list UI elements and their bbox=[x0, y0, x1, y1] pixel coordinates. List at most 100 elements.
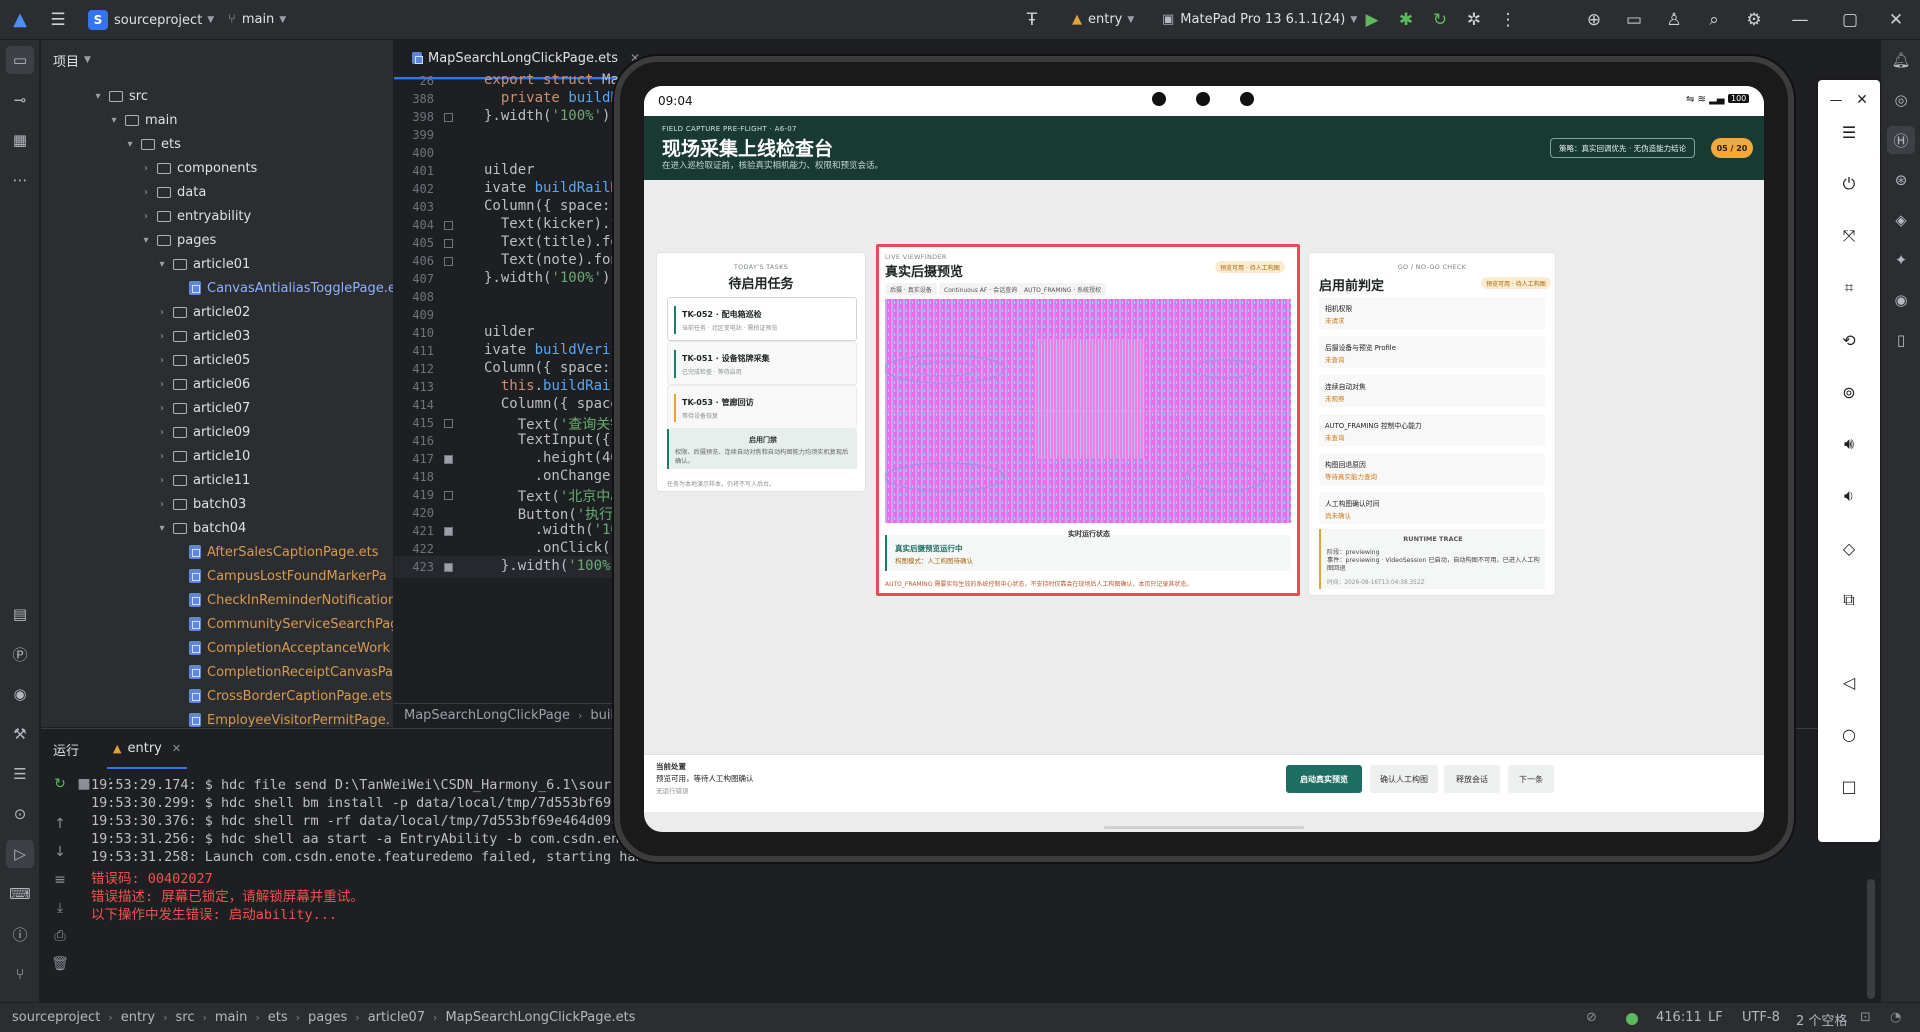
code-line[interactable]: export struct Map bbox=[484, 72, 627, 88]
readonly-icon[interactable]: ⊘ bbox=[1586, 1010, 1597, 1025]
code-line[interactable]: }.width('100%' bbox=[484, 558, 619, 574]
status-ok-icon[interactable] bbox=[1626, 1013, 1638, 1025]
chevron-down-icon[interactable]: ▾ bbox=[91, 91, 105, 102]
gutter-marker-icon[interactable] bbox=[444, 419, 453, 428]
breadcrumb-struct[interactable]: MapSearchLongClickPage bbox=[404, 708, 570, 723]
tree-folder-item[interactable]: › article05 bbox=[155, 348, 250, 372]
hammer-icon[interactable]: ⚒ bbox=[6, 720, 34, 748]
code-line[interactable]: Column({ space bbox=[484, 396, 619, 412]
volume-down-icon[interactable]: 🔉︎ bbox=[1835, 482, 1863, 510]
git-icon[interactable]: ⑂ bbox=[6, 960, 34, 988]
tree-folder-item[interactable]: › entryability bbox=[139, 204, 251, 228]
erase-icon[interactable]: ◇ bbox=[1835, 534, 1863, 562]
print-icon[interactable]: ⎙ bbox=[47, 923, 73, 949]
maximize-icon[interactable]: ▢ bbox=[1836, 6, 1864, 34]
code-line[interactable]: this.buildRail bbox=[484, 378, 619, 394]
multi-window-icon[interactable]: ⧉ bbox=[1835, 586, 1863, 614]
code-line[interactable]: Column({ space: bbox=[484, 198, 610, 214]
code-line[interactable]: .height(40 bbox=[484, 450, 619, 466]
project-selector[interactable]: S sourceproject ▼ bbox=[88, 10, 214, 30]
code-line[interactable]: }.width('100%').i bbox=[484, 108, 627, 124]
debug-icon[interactable]: ✱ bbox=[1392, 6, 1420, 34]
code-line[interactable]: Text(title).fo bbox=[484, 234, 619, 250]
services-icon[interactable]: ⊙ bbox=[6, 800, 34, 828]
status-breadcrumb-item[interactable]: pages bbox=[308, 1010, 347, 1025]
chevron-down-icon[interactable]: ▾ bbox=[139, 235, 153, 246]
terminal-icon[interactable]: ⌨ bbox=[6, 880, 34, 908]
chevron-down-icon[interactable]: ▾ bbox=[123, 139, 137, 150]
code-line[interactable]: Text('北京中心 bbox=[484, 486, 625, 506]
chevron-right-icon[interactable]: › bbox=[155, 475, 169, 486]
status-breadcrumb-item[interactable]: src bbox=[175, 1010, 194, 1025]
run-panel-icon[interactable]: ▷ bbox=[6, 840, 34, 868]
tree-file-item[interactable]: CrossBorderCaptionPage.ets bbox=[171, 684, 392, 708]
tree-file-item[interactable]: CompletionAcceptanceWork bbox=[171, 636, 390, 660]
chevron-right-icon[interactable]: › bbox=[155, 307, 169, 318]
device-selector[interactable]: ▣ MatePad Pro 13 6.1.1(24) ▼ bbox=[1162, 12, 1357, 27]
tree-folder-item[interactable]: ▾ batch04 bbox=[155, 516, 246, 540]
tree-folder-item[interactable]: › article03 bbox=[155, 324, 250, 348]
tree-folder-item[interactable]: ▾ main bbox=[107, 108, 177, 132]
minimize-icon[interactable]: — bbox=[1822, 86, 1850, 114]
status-breadcrumb-item[interactable]: MapSearchLongClickPage.ets bbox=[445, 1010, 635, 1025]
chevron-right-icon[interactable]: › bbox=[155, 379, 169, 390]
tree-folder-item[interactable]: › batch03 bbox=[155, 492, 246, 516]
tree-folder-item[interactable]: ▾ ets bbox=[123, 132, 180, 156]
project-folder-icon[interactable]: ▭ bbox=[6, 46, 34, 74]
chevron-down-icon[interactable]: ▾ bbox=[107, 115, 121, 126]
scroll-down-icon[interactable]: ↓ bbox=[47, 839, 73, 865]
inspector-icon[interactable]: ◉ bbox=[6, 680, 34, 708]
chevron-right-icon[interactable]: › bbox=[139, 211, 153, 222]
camera-preview-viewport[interactable] bbox=[885, 299, 1291, 523]
tree-folder-item[interactable]: ▾ src bbox=[91, 84, 148, 108]
rerun-icon[interactable]: ↻ bbox=[1426, 6, 1454, 34]
hvigor-icon[interactable]: Ⓗ bbox=[1887, 126, 1915, 154]
codegenie-icon[interactable]: ◈ bbox=[1887, 206, 1915, 234]
app-logo-icon[interactable]: ▲ bbox=[6, 6, 34, 34]
lock-icon[interactable]: ⊡ bbox=[1860, 1010, 1871, 1025]
tree-folder-item[interactable]: › components bbox=[139, 156, 257, 180]
indent-setting[interactable]: 2 个空格 bbox=[1796, 1010, 1847, 1029]
structure-icon[interactable]: ▦ bbox=[6, 126, 34, 154]
menu-icon[interactable]: ☰ bbox=[1835, 118, 1863, 146]
status-breadcrumb-item[interactable]: article07 bbox=[368, 1010, 425, 1025]
tree-folder-item[interactable]: › article10 bbox=[155, 444, 250, 468]
volume-up-icon[interactable]: 🔊︎ bbox=[1835, 430, 1863, 458]
chevron-right-icon[interactable]: › bbox=[155, 427, 169, 438]
gutter-marker-icon[interactable] bbox=[444, 491, 453, 500]
phone-icon[interactable]: ▯ bbox=[1887, 326, 1915, 354]
code-line[interactable]: Button('执行 bbox=[484, 504, 613, 524]
rerun-icon[interactable]: ↻ bbox=[47, 771, 73, 797]
tree-folder-item[interactable]: › article07 bbox=[155, 396, 250, 420]
gutter-marker-icon[interactable] bbox=[444, 239, 453, 248]
chevron-right-icon[interactable]: › bbox=[139, 163, 153, 174]
release-session-button[interactable]: 释放会话 bbox=[1444, 765, 1500, 793]
preview-eye-icon[interactable]: ◉ bbox=[1887, 286, 1915, 314]
main-menu-icon[interactable]: ☰ bbox=[44, 6, 72, 34]
code-line[interactable]: .width('10 bbox=[484, 522, 619, 538]
next-button[interactable]: 下一条 bbox=[1508, 765, 1554, 793]
file-encoding[interactable]: UTF-8 bbox=[1742, 1010, 1780, 1025]
power-save-icon[interactable]: ◔ bbox=[1890, 1010, 1901, 1025]
tree-file-item[interactable]: AfterSalesCaptionPage.ets bbox=[171, 540, 379, 564]
code-line[interactable]: uilder bbox=[484, 324, 535, 340]
scroll-to-end-icon[interactable]: ⤓ bbox=[47, 895, 73, 921]
tree-folder-item[interactable]: › data bbox=[139, 180, 206, 204]
device-manager-icon[interactable]: ⊛ bbox=[1887, 166, 1915, 194]
run-icon[interactable]: ▶ bbox=[1358, 6, 1386, 34]
home-icon[interactable]: ○ bbox=[1835, 720, 1863, 748]
code-line[interactable]: Text('查询关键 bbox=[484, 414, 625, 434]
devices-icon[interactable]: ⊕ bbox=[1580, 6, 1608, 34]
close-icon[interactable]: ✕ bbox=[1848, 86, 1876, 114]
code-line[interactable]: .onChange( bbox=[484, 468, 619, 484]
code-line[interactable]: Text(kicker).f bbox=[484, 216, 619, 232]
notifications-bell-icon[interactable]: 🔔︎ bbox=[1887, 46, 1915, 74]
minimize-icon[interactable]: — bbox=[1786, 6, 1814, 34]
task-item[interactable]: TK-051 · 设备铭牌采集 已完成检查 · 等待启用 bbox=[667, 341, 857, 385]
chevron-down-icon[interactable]: ▾ bbox=[155, 259, 169, 270]
settings-gear-icon[interactable]: ⚙ bbox=[1740, 6, 1768, 34]
tree-file-item[interactable]: CommunityServiceSearchPag bbox=[171, 612, 393, 636]
gutter-marker-icon[interactable] bbox=[444, 221, 453, 230]
code-line[interactable]: ivate buildRailH bbox=[484, 180, 619, 196]
tree-file-item[interactable]: CompletionReceiptCanvasPa bbox=[171, 660, 393, 684]
